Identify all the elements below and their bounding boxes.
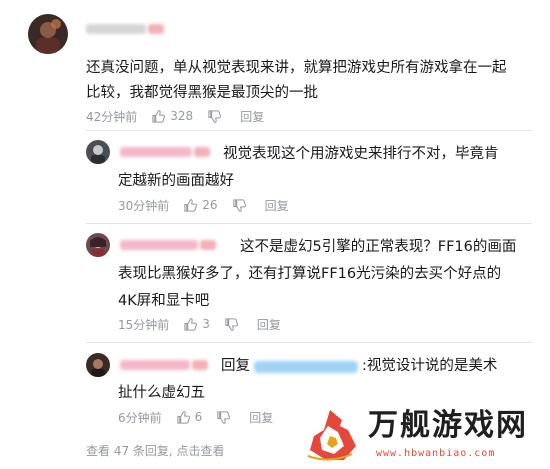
reply1-dislike-button[interactable] [232, 198, 251, 213]
reply3-mention[interactable] [254, 360, 358, 373]
main-comment-reply-button[interactable]: 回复 [240, 108, 264, 125]
reply3-line1: :视觉设计说的是美术 [362, 358, 498, 374]
reply3-like-button[interactable]: 6 [176, 410, 203, 425]
reply2-dislike-button[interactable] [224, 317, 243, 332]
reply1-divider [86, 223, 532, 224]
reply3-avatar[interactable] [86, 353, 110, 377]
reply2-text: 这不是虚幻5引擎的正常表现？FF16的画面 [240, 234, 516, 261]
thumb-up-icon [184, 198, 198, 212]
reply3-reply-button[interactable]: 回复 [249, 409, 273, 426]
reply1-username[interactable] [120, 147, 210, 157]
thumb-up-icon [184, 317, 198, 331]
main-comment-like-count: 328 [170, 109, 194, 123]
reply2-line2: 表现比黑猴好多了，还有打算说FF16光污染的去买个好点的 [118, 266, 502, 282]
reply2-avatar[interactable] [86, 233, 110, 257]
reply3-time: 6分钟前 [118, 410, 162, 425]
thumb-down-icon [217, 410, 231, 424]
reply2-line1: 这不是虚幻5引擎的正常表现？FF16的画面 [240, 239, 517, 255]
main-comment-line1: 还真没问题，单从视觉表现来讲，就算把游戏史所有游戏拿在一起 [86, 60, 507, 76]
reply3-dislike-button[interactable] [216, 410, 235, 425]
reply1-line2: 定越新的画面越好 [118, 173, 234, 189]
reply2-meta: 15分钟前 3 回复 [118, 315, 281, 333]
reply3-meta: 6分钟前 6 回复 [118, 408, 273, 426]
reply1-text: 视觉表现这个用游戏史来排行不对，毕竟肯 [223, 141, 499, 168]
reply1-avatar[interactable] [86, 140, 110, 164]
reply1-time: 30分钟前 [118, 198, 170, 213]
reply1-meta: 30分钟前 26 回复 [118, 196, 289, 214]
thumb-up-icon [177, 410, 190, 424]
reply2-text-cont: 表现比黑猴好多了，还有打算说FF16光污染的去买个好点的 4K屏和显卡吧 [118, 261, 501, 315]
watermark-url: www.hbwanbiao.com [376, 448, 496, 459]
reply2-username[interactable] [120, 240, 216, 250]
thumb-down-icon [208, 109, 222, 123]
main-comment-line2: 比较，我都觉得黑猴是最顶尖的一批 [86, 85, 318, 101]
reply2-reply-button[interactable]: 回复 [257, 316, 281, 333]
reply3-text: 回复 :视觉设计说的是美术 [221, 353, 497, 380]
main-comment-meta: 42分钟前 328 回复 [86, 107, 264, 125]
thumb-up-icon [152, 109, 166, 123]
reply2-time: 15分钟前 [118, 317, 170, 332]
reply1-line1: 视觉表现这个用游戏史来排行不对，毕竟肯 [223, 146, 499, 162]
watermark-title: 万舰游戏网 [368, 408, 528, 443]
reply1-like-button[interactable]: 26 [183, 198, 218, 213]
reply1-reply-button[interactable]: 回复 [265, 197, 289, 214]
reply2-line3: 4K屏和显卡吧 [118, 293, 210, 309]
thumb-down-icon [225, 317, 238, 331]
reply1-text-cont: 定越新的画面越好 [118, 168, 234, 195]
view-more-replies-link[interactable]: 查看 47 条回复, 点击查看 [86, 442, 225, 459]
main-comment-divider [86, 130, 532, 131]
main-comment-like-button[interactable]: 328 [151, 109, 193, 124]
reply3-prefix: 回复 [221, 358, 250, 374]
reply3-line2: 扯什么虚幻五 [118, 385, 205, 401]
reply2-like-count: 3 [202, 317, 210, 331]
reply3-text-cont: 扯什么虚幻五 [118, 380, 205, 407]
main-comment-username[interactable] [86, 24, 164, 34]
reply3-like-count: 6 [194, 410, 203, 424]
watermark: 万舰游戏网 www.hbwanbiao.com [298, 398, 550, 469]
main-comment-time: 42分钟前 [86, 109, 138, 124]
reply3-username[interactable] [120, 360, 208, 370]
main-comment-text: 还真没问题，单从视觉表现来讲，就算把游戏史所有游戏拿在一起 比较，我都觉得黑猴是… [86, 56, 507, 106]
reply1-like-count: 26 [202, 198, 218, 212]
reply2-divider [86, 342, 532, 343]
main-comment-avatar[interactable] [28, 14, 68, 54]
main-comment-dislike-button[interactable] [207, 109, 226, 124]
watermark-logo-icon [307, 410, 356, 461]
thumb-down-icon [232, 198, 246, 212]
reply2-like-button[interactable]: 3 [183, 317, 210, 332]
